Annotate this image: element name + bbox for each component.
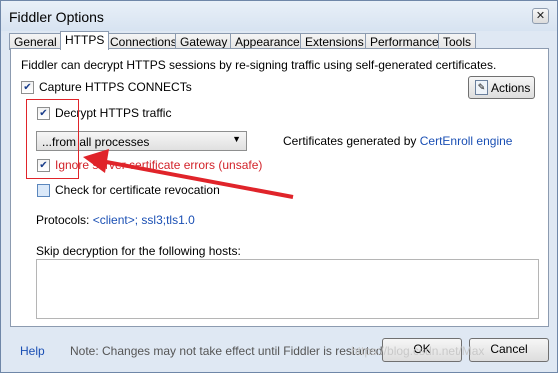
help-link[interactable]: Help [20, 344, 45, 358]
watermark-text: https://blog.csdn.net/Max [351, 344, 485, 358]
restart-note: Note: Changes may not take effect until … [70, 344, 386, 358]
annotation-arrow [83, 149, 294, 199]
annotation-arrow-shaft [100, 159, 294, 199]
tab-https[interactable]: HTTPS [60, 31, 110, 50]
options-dialog: Fiddler Options ✕ General HTTPS Connecti… [0, 0, 558, 373]
annotation-arrow-head [83, 149, 109, 173]
